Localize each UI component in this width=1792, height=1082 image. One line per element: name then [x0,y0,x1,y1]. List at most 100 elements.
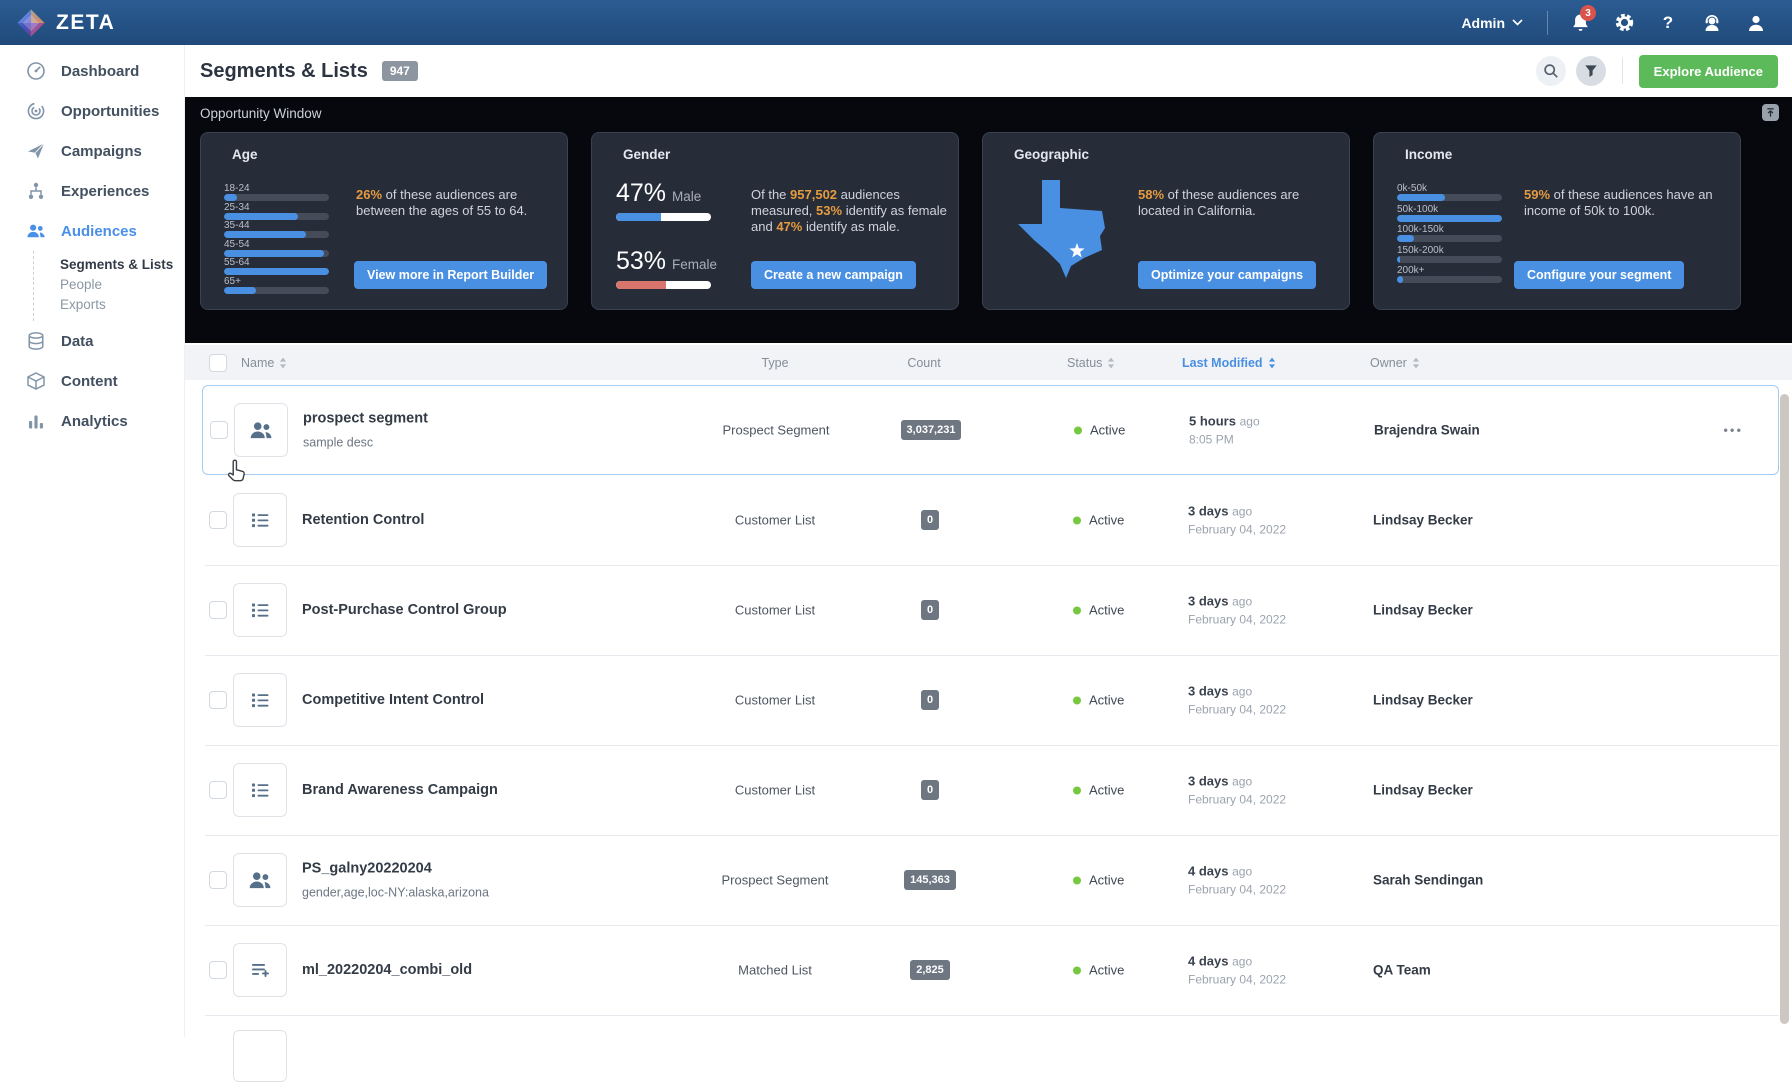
table-row[interactable]: Retention Control Customer List 0 Active… [202,475,1779,565]
profile-button[interactable] [1734,0,1778,45]
zeta-logo[interactable]: ZETA [0,8,115,38]
status-label: Active [1089,782,1125,798]
table-row[interactable]: Brand Awareness Campaign Customer List 0… [202,745,1779,835]
female-bar [616,281,711,289]
experiences-icon [26,181,46,201]
row-checkbox[interactable] [210,421,228,439]
table-row[interactable]: Post-Purchase Control Group Customer Lis… [202,565,1779,655]
column-header-status[interactable]: Status [1067,356,1115,370]
income-bar [1397,214,1502,222]
scrollbar-thumb[interactable] [1780,394,1789,1024]
row-checkbox[interactable] [209,871,227,889]
row-checkbox[interactable] [209,691,227,709]
row-checkbox[interactable] [209,961,227,979]
data-icon [26,331,46,351]
sidebar-item-data[interactable]: Data [0,321,184,361]
row-name[interactable]: prospect segment [303,411,428,427]
sort-icon[interactable] [1107,357,1115,369]
optimize-campaigns-button[interactable]: Optimize your campaigns [1138,261,1317,289]
row-count: 2,825 [855,960,1005,980]
row-name[interactable]: Retention Control [302,512,424,528]
search-button[interactable] [1535,56,1566,86]
row-last-modified: 5 hours ago 8:05 PM [1189,413,1260,447]
create-campaign-button[interactable]: Create a new campaign [751,261,916,289]
notifications-button[interactable]: 3 [1558,0,1602,45]
female-stat: 53% Female [616,247,717,289]
row-menu-icon[interactable]: ••• [1723,423,1743,438]
top-navbar: ZETA Admin 3 ? [0,0,1792,45]
age-bar [224,194,329,201]
sidebar-item-segments-lists[interactable]: Segments & Lists [60,255,184,275]
column-header-type: Type [761,355,789,370]
sidebar-item-exports[interactable]: Exports [60,295,184,315]
select-all-checkbox[interactable] [209,353,227,372]
sidebar-item-analytics[interactable]: Analytics [0,401,184,441]
income-bar [1397,276,1502,283]
row-status: Active [1073,603,1124,618]
age-bar [224,231,329,238]
list-icon [233,763,287,817]
sidebar: Dashboard Opportunities Campaigns Experi… [0,45,185,1037]
sidebar-item-dashboard[interactable]: Dashboard [0,51,184,91]
report-builder-button[interactable]: View more in Report Builder [354,261,548,289]
table-row[interactable]: PS_galny20220204 gender,age,loc-NY:alask… [202,835,1779,925]
row-owner: Lindsay Becker [1373,782,1473,798]
collapse-panel-button[interactable] [1762,104,1779,121]
table-row[interactable]: ml_20220204_combi_old Matched List 2,825… [202,925,1779,1015]
sidebar-item-content[interactable]: Content [0,361,184,401]
sidebar-item-experiences[interactable]: Experiences [0,171,184,211]
row-checkbox[interactable] [209,601,227,619]
configure-segment-button[interactable]: Configure your segment [1514,261,1685,289]
column-header-last-modified[interactable]: Last Modified [1182,356,1276,370]
sidebar-item-people[interactable]: People [60,275,184,295]
income-bar [1397,194,1502,201]
collapse-arrow-icon [1767,108,1774,117]
column-header-name[interactable]: Name [241,356,287,370]
sidebar-item-opportunities[interactable]: Opportunities [0,91,184,131]
income-card-title: Income [1405,147,1453,162]
row-description: sample desc [303,435,374,450]
settings-button[interactable] [1602,0,1646,45]
row-separator [205,1015,1779,1016]
row-last-modified: 3 days ago February 04, 2022 [1188,503,1287,537]
analytics-icon [26,411,46,431]
row-checkbox[interactable] [209,781,227,799]
row-status: Active [1073,693,1124,708]
admin-menu[interactable]: Admin [1447,15,1537,31]
sidebar-item-campaigns[interactable]: Campaigns [0,131,184,171]
row-type: Prospect Segment [721,872,829,888]
gender-stat-text: Of the 957,502 audiences measured, 53% i… [751,187,947,234]
status-label: Active [1089,962,1125,978]
sort-icon[interactable] [1412,357,1420,369]
income-bar-chart: 0k-50k 50k-100k 100k-150k 150k-200k 200k… [1397,183,1507,286]
row-name[interactable]: Post-Purchase Control Group [302,602,507,618]
explore-audience-button[interactable]: Explore Audience [1638,54,1778,88]
row-count: 3,037,231 [856,420,1006,440]
income-stat-text: 59% of these audiences have an income of… [1524,187,1713,218]
audiences-icon [26,221,46,241]
row-checkbox[interactable] [209,511,227,529]
sidebar-item-label: Content [61,372,118,390]
list-plus-icon [233,943,287,997]
row-name[interactable]: Competitive Intent Control [302,692,484,708]
status-label: Active [1090,422,1126,438]
income-bar [1397,255,1502,263]
row-name[interactable]: ml_20220204_combi_old [302,962,472,978]
row-name[interactable]: Brand Awareness Campaign [302,782,498,798]
filter-button[interactable] [1575,56,1606,86]
row-last-modified: 4 days ago February 04, 2022 [1188,953,1287,987]
support-button[interactable] [1690,0,1734,45]
help-icon: ? [1662,12,1674,32]
column-header-count: Count [907,355,941,370]
row-name[interactable]: PS_galny20220204 [302,861,489,877]
segments-table: Name Type Count Status Last Modified Own… [185,343,1792,1082]
table-row[interactable]: prospect segment sample desc Prospect Se… [202,385,1779,475]
sort-icon[interactable] [279,357,287,369]
column-header-owner[interactable]: Owner [1370,356,1420,370]
table-row[interactable]: Competitive Intent Control Customer List… [202,655,1779,745]
age-bar [224,249,329,257]
help-button[interactable]: ? [1646,0,1690,45]
gender-card-title: Gender [623,147,671,162]
sort-icon[interactable] [1268,357,1276,369]
sidebar-item-audiences[interactable]: Audiences [0,211,184,251]
